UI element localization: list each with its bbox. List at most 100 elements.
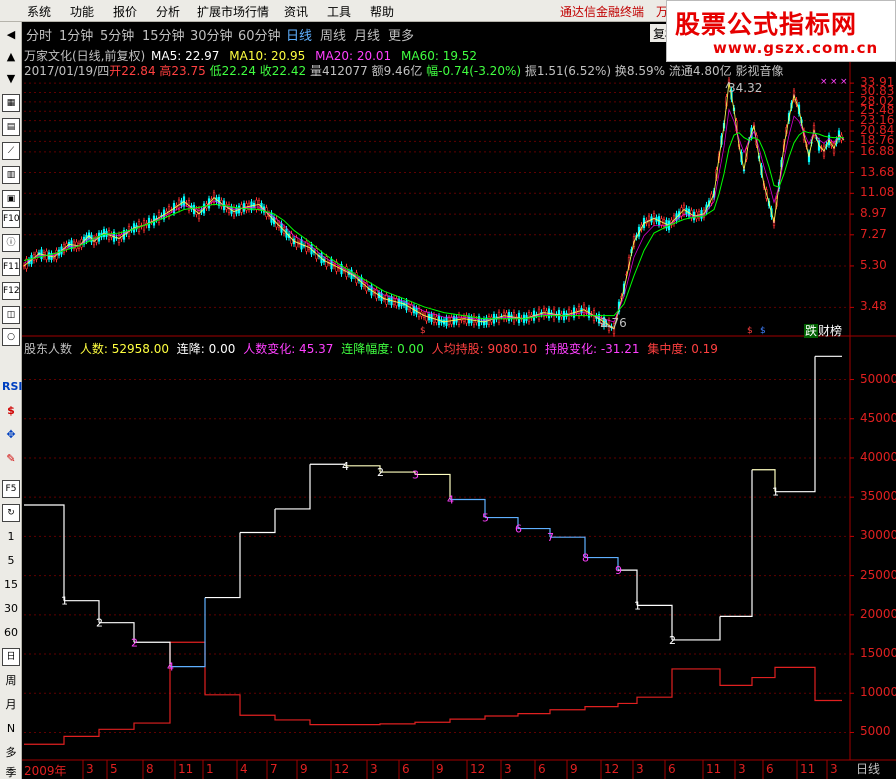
holders-step <box>672 616 721 641</box>
x-tick-label: 12 <box>470 762 486 776</box>
price-info-line: 2017/01/19/四开22.84 高23.75 低22.24 收22.42 … <box>24 62 783 79</box>
bottom-right-badges: 跌财榜 <box>804 322 842 339</box>
holder-count: 人数: 52958.00 <box>79 342 169 356</box>
x-tick-label: 7 <box>270 762 278 776</box>
holders-step <box>775 356 816 493</box>
price-tick-label: 5.30 <box>860 257 887 272</box>
step-count-label: 1 <box>634 599 641 612</box>
holders-step <box>170 597 206 668</box>
holder-tick-label: 5000 <box>860 724 891 739</box>
holder-tick-label: 35000 <box>860 489 896 504</box>
holders-step <box>99 622 135 643</box>
holder-tick-label: 15000 <box>860 646 896 661</box>
holders-step <box>345 465 381 473</box>
x-tick-label: 11 <box>178 762 194 776</box>
holder-indicator-name: 股东人数 <box>24 342 73 356</box>
cross-marker: × <box>840 77 848 87</box>
x-tick-label: 3 <box>370 762 378 776</box>
bar-date: 2017/01/19/四 <box>24 64 110 78</box>
step-count-label: 2 <box>669 634 676 647</box>
holders-step <box>275 464 311 510</box>
watermark-banner: 股票公式指标网 www.gszx.com.cn <box>666 0 896 62</box>
holders-step <box>637 604 673 640</box>
step-count-label: 3 <box>412 468 419 481</box>
x-axis-year: 2009年 <box>24 764 67 778</box>
high-value: 高23.75 <box>159 64 206 78</box>
turnover-value: 换8.59% <box>614 64 666 78</box>
holders-step <box>205 532 241 599</box>
holders-step <box>380 471 416 475</box>
low-value: 低22.24 <box>209 64 256 78</box>
volume-value: 量412077 <box>309 64 368 78</box>
x-tick-label: 11 <box>706 762 722 776</box>
holders-step <box>720 469 753 617</box>
per-holding: 人均持股: 9080.10 <box>431 342 538 356</box>
step-count-label: 4 <box>342 460 349 473</box>
holder-title-line: 股东人数 人数: 52958.00 连降: 0.00 人数变化: 45.37 连… <box>24 340 718 357</box>
chart-canvas: $ $ $× × × 12244 2 3456789121 <box>22 44 896 779</box>
min-price-label: 2.76 <box>600 316 627 330</box>
x-tick-label: 11 <box>800 762 816 776</box>
price-tick-label: 13.68 <box>860 164 895 179</box>
close-value: 收22.42 <box>259 64 307 78</box>
open-value: 开22.84 <box>109 64 156 78</box>
step-count-label: 9 <box>615 564 622 577</box>
step-count-label: 5 <box>482 512 489 525</box>
holder-tick-label: 50000 <box>860 371 896 386</box>
ma10-line <box>23 83 845 330</box>
step-count-label: 8 <box>582 552 589 565</box>
price-tick-label: 3.48 <box>860 299 887 314</box>
holding-change: 持股变化: -31.21 <box>544 342 640 356</box>
rank-badge[interactable]: 榜 <box>830 324 842 338</box>
holder-tick-label: 45000 <box>860 410 896 425</box>
x-tick-label: 3 <box>738 762 746 776</box>
x-tick-label: 9 <box>300 762 308 776</box>
x-tick-label: 6 <box>402 762 410 776</box>
holder-down-range: 连降幅度: 0.00 <box>341 342 424 356</box>
x-tick-label: 4 <box>240 762 248 776</box>
event-marker: $ <box>747 326 753 336</box>
holders-step <box>415 473 451 500</box>
ma5-label: MA5: 22.97 <box>151 49 220 63</box>
holders-step <box>24 504 65 601</box>
holders-step <box>585 556 619 571</box>
step-count-label: 1 <box>772 486 779 499</box>
change-value: 幅-0.74(-3.20%) <box>426 64 522 78</box>
daily-button[interactable]: 日线 <box>856 760 880 777</box>
x-tick-label: 12 <box>604 762 620 776</box>
holders-step <box>310 463 346 466</box>
x-tick-label: 9 <box>436 762 444 776</box>
cross-marker: × <box>830 77 838 87</box>
step-count-label: 1 <box>61 595 68 608</box>
price-tick-label: 11.08 <box>860 185 895 200</box>
x-tick-label: 6 <box>538 762 546 776</box>
ma20-label: MA20: 20.01 <box>315 49 392 63</box>
holders-step <box>64 600 100 623</box>
x-tick-label: 1 <box>206 762 214 776</box>
float-value: 流通4.80亿 <box>668 64 732 78</box>
holders-step <box>240 508 276 534</box>
stock-name: 万家文化(日线,前复权) <box>24 49 146 63</box>
fall-badge[interactable]: 跌 <box>804 324 819 338</box>
ma10-label: MA10: 20.95 <box>229 49 306 63</box>
step-count-label: 2 <box>131 636 138 649</box>
amount-value: 额9.46亿 <box>371 64 423 78</box>
holders-step <box>550 536 586 558</box>
holders-step <box>518 527 551 538</box>
price-tick-label: 7.27 <box>860 226 887 241</box>
ma60-label: MA60: 19.52 <box>401 49 478 63</box>
holder-tick-label: 20000 <box>860 606 896 621</box>
finance-badge[interactable]: 财 <box>818 324 830 338</box>
holder-tick-label: 30000 <box>860 528 896 543</box>
x-tick-label: 6 <box>766 762 774 776</box>
holder-tick-label: 25000 <box>860 567 896 582</box>
x-tick-label: 9 <box>570 762 578 776</box>
cross-marker: × <box>820 77 828 87</box>
x-tick-label: 3 <box>504 762 512 776</box>
holder-tick-label: 40000 <box>860 449 896 464</box>
x-tick-label: 12 <box>334 762 350 776</box>
x-tick-label: 5 <box>110 762 118 776</box>
x-tick-label: 3 <box>86 762 94 776</box>
price-tick-label: 8.97 <box>860 206 887 221</box>
amplitude-value: 振1.51(6.52%) <box>524 64 612 78</box>
